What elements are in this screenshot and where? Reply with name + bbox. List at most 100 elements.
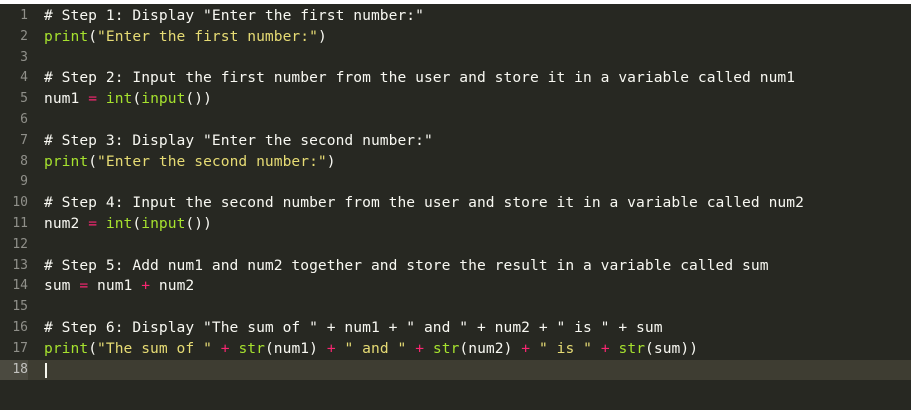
code-token: ) bbox=[317, 27, 327, 45]
code-text[interactable]: # Step 3: Display "Enter the second numb… bbox=[44, 131, 433, 152]
code-line[interactable]: 3 bbox=[0, 48, 911, 69]
code-token: (num2) bbox=[459, 339, 522, 357]
line-number: 11 bbox=[12, 215, 28, 231]
operator-token: + bbox=[415, 339, 425, 357]
operator-token: = bbox=[88, 90, 98, 108]
code-line[interactable]: 10 # Step 4: Input the second number from… bbox=[0, 193, 911, 214]
string-token: "Enter the second number:" bbox=[97, 152, 327, 170]
code-line[interactable]: 13 # Step 5: Add num1 and num2 together a… bbox=[0, 256, 911, 277]
window-top-border bbox=[0, 0, 911, 4]
function-token: print bbox=[44, 152, 89, 170]
line-number: 16 bbox=[12, 319, 28, 335]
code-token: num2 bbox=[44, 214, 89, 232]
line-number: 15 bbox=[12, 299, 28, 315]
code-text[interactable]: # Step 5: Add num1 and num2 together and… bbox=[44, 256, 769, 277]
comment-token: # Step 6: Display "The sum of " + num1 +… bbox=[44, 318, 663, 336]
code-token: ( bbox=[88, 152, 98, 170]
string-token: "Enter the first number:" bbox=[97, 27, 318, 45]
operator-token: = bbox=[79, 277, 89, 295]
code-text[interactable]: # Step 2: Input the first number from th… bbox=[44, 68, 795, 89]
function-token: str bbox=[432, 339, 460, 357]
code-text[interactable]: num1 = int(input()) bbox=[44, 89, 212, 110]
code-line[interactable]: 17 print("The sum of " + str(num1) + " an… bbox=[0, 339, 911, 360]
code-token: ( bbox=[132, 90, 142, 108]
operator-token: + bbox=[141, 277, 151, 295]
line-number: 12 bbox=[12, 236, 28, 252]
line-number: 1 bbox=[20, 8, 28, 23]
line-number: 6 bbox=[20, 111, 28, 127]
code-token: num1 bbox=[44, 90, 89, 108]
code-token: (sum)) bbox=[645, 339, 699, 357]
operator-token: = bbox=[88, 214, 98, 232]
code-token: (num1) bbox=[264, 339, 327, 357]
operator-token: + bbox=[600, 339, 610, 357]
code-text[interactable]: # Step 1: Display "Enter the first numbe… bbox=[44, 6, 424, 27]
code-token: num1 bbox=[88, 277, 142, 295]
line-number: 13 bbox=[12, 257, 28, 273]
text-cursor bbox=[45, 362, 47, 378]
code-text[interactable]: # Step 4: Input the second number from t… bbox=[44, 193, 804, 214]
comment-token: # Step 3: Display "Enter the second numb… bbox=[44, 131, 433, 149]
line-number: 8 bbox=[20, 153, 28, 169]
comment-token: # Step 1: Display "Enter the first numbe… bbox=[44, 7, 424, 24]
code-line[interactable]: 7 # Step 3: Display "Enter the second num… bbox=[0, 131, 911, 152]
code-line[interactable]: 15 bbox=[0, 297, 911, 318]
code-line[interactable]: 16 # Step 6: Display "The sum of " + num1… bbox=[0, 318, 911, 339]
operator-token: + bbox=[521, 339, 531, 357]
line-number: 17 bbox=[12, 340, 28, 356]
code-token: ()) bbox=[185, 214, 212, 232]
operator-token: + bbox=[220, 339, 230, 357]
code-editor[interactable]: 1 # Step 1: Display "Enter the first numb… bbox=[0, 6, 911, 410]
code-line[interactable]: 5 num1 = int(input()) bbox=[0, 89, 911, 110]
line-number: 18 bbox=[0, 359, 28, 381]
code-token: sum bbox=[44, 277, 80, 295]
code-line[interactable]: 8 print("Enter the second number:") bbox=[0, 152, 911, 173]
code-text[interactable]: num2 = int(input()) bbox=[44, 214, 212, 235]
function-token: input bbox=[141, 214, 186, 232]
function-token: input bbox=[141, 90, 186, 108]
code-line[interactable]: 12 bbox=[0, 235, 911, 256]
code-text[interactable]: # Step 6: Display "The sum of " + num1 +… bbox=[44, 318, 663, 339]
function-token: print bbox=[44, 27, 89, 45]
line-number: 5 bbox=[20, 91, 28, 107]
code-line[interactable]: 6 bbox=[0, 110, 911, 131]
code-text[interactable]: print("Enter the second number:") bbox=[44, 152, 336, 173]
code-text[interactable]: print("Enter the first number:") bbox=[44, 27, 327, 48]
string-token: "The sum of " bbox=[97, 339, 212, 357]
code-token: ( bbox=[132, 214, 142, 232]
code-line[interactable]: 4 # Step 2: Input the first number from t… bbox=[0, 68, 911, 89]
line-number: 14 bbox=[12, 278, 28, 294]
line-number: 9 bbox=[20, 174, 28, 190]
comment-token: # Step 4: Input the second number from t… bbox=[44, 194, 804, 212]
comment-token: # Step 2: Input the first number from th… bbox=[44, 69, 796, 87]
code-line[interactable]: 9 bbox=[0, 172, 911, 193]
code-line[interactable]: 1 # Step 1: Display "Enter the first numb… bbox=[0, 6, 911, 27]
line-number: 7 bbox=[20, 132, 28, 148]
line-number: 4 bbox=[20, 70, 28, 86]
code-token: ()) bbox=[185, 90, 212, 108]
code-line[interactable]: 2 print("Enter the first number:") bbox=[0, 27, 911, 48]
operator-token: + bbox=[326, 339, 336, 357]
line-number: 3 bbox=[20, 49, 28, 65]
code-line[interactable]: 11 num2 = int(input()) bbox=[0, 214, 911, 235]
string-token: " is " bbox=[538, 339, 592, 357]
function-token: print bbox=[44, 339, 89, 357]
function-token: int bbox=[105, 90, 133, 108]
code-token: ) bbox=[326, 152, 336, 170]
function-token: str bbox=[238, 339, 265, 357]
code-text[interactable]: print("The sum of " + str(num1) + " and … bbox=[44, 339, 698, 360]
code-text[interactable]: sum = num1 + num2 bbox=[44, 276, 194, 297]
active-code-line[interactable]: 18 bbox=[0, 359, 911, 381]
function-token: int bbox=[105, 214, 133, 232]
code-token: ( bbox=[88, 27, 98, 45]
code-line[interactable]: 14 sum = num1 + num2 bbox=[0, 276, 911, 297]
